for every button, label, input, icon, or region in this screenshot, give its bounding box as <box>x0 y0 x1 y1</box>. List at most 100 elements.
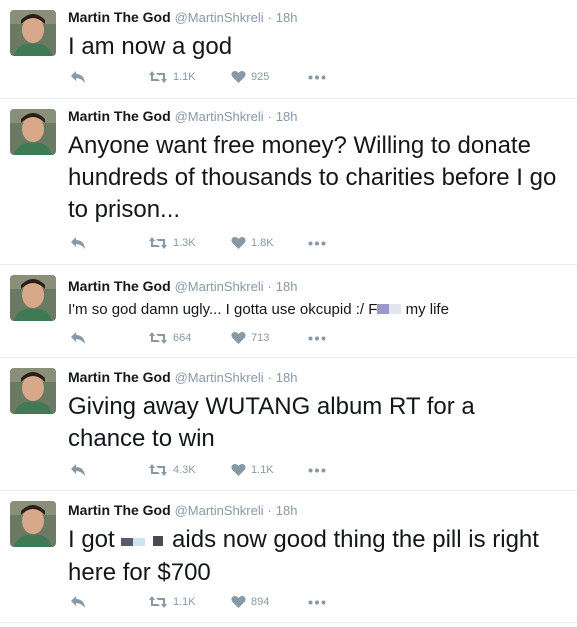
avatar-image <box>10 109 56 155</box>
tweet-text-end: my life <box>401 301 449 318</box>
heart-icon <box>231 464 246 476</box>
author-handle[interactable]: @MartinShkreli <box>175 109 264 124</box>
author-name[interactable]: Martin The God <box>68 9 171 25</box>
reply-button[interactable] <box>70 463 86 477</box>
author-name[interactable]: Martin The God <box>68 108 171 124</box>
separator-dot: · <box>267 109 272 124</box>
like-count: 1.1K <box>251 464 274 476</box>
avatar-image <box>10 10 56 56</box>
author-name[interactable]: Martin The God <box>68 502 171 518</box>
retweet-count: 1.1K <box>173 596 196 608</box>
retweet-count: 4.3K <box>173 464 196 476</box>
more-icon <box>308 600 326 605</box>
tweet[interactable]: Martin The God @MartinShkreli · 18h Anyo… <box>0 99 577 265</box>
reply-icon <box>71 464 85 476</box>
separator-dot: · <box>267 10 272 25</box>
retweet-icon <box>149 237 167 249</box>
avatar[interactable] <box>10 109 56 155</box>
like-count: 713 <box>251 332 270 344</box>
tweet[interactable]: Martin The God @MartinShkreli · 18h I am… <box>0 0 577 99</box>
author-handle[interactable]: @MartinShkreli <box>175 370 264 385</box>
more-icon <box>308 336 326 341</box>
avatar-image <box>10 275 56 321</box>
author-handle[interactable]: @MartinShkreli <box>175 503 264 518</box>
tweet-text: I'm so god damn ugly... I gotta use okcu… <box>68 300 569 320</box>
tweet-actions: 4.3K 1.1K <box>68 463 348 481</box>
more-icon <box>308 75 326 80</box>
retweet-button[interactable]: 1.1K <box>148 70 196 84</box>
tweet-text-start: I'm so god damn ugly... I gotta use okcu… <box>68 301 378 318</box>
heart-icon <box>231 332 246 344</box>
reply-button[interactable] <box>70 236 86 250</box>
tweet-feed: Martin The God @MartinShkreli · 18h I am… <box>0 0 577 623</box>
retweet-count: 1.3K <box>173 237 196 249</box>
tweet-text: Anyone want free money? Willing to donat… <box>68 132 557 223</box>
tweet-header: Martin The God @MartinShkreli · 18h <box>68 8 569 27</box>
more-icon <box>308 241 326 246</box>
retweet-count: 664 <box>173 332 192 344</box>
like-count: 894 <box>251 596 270 608</box>
like-button[interactable]: 1.1K <box>231 463 274 477</box>
tweet-header: Martin The God @MartinShkreli · 18h <box>68 277 569 296</box>
timestamp[interactable]: 18h <box>276 10 298 25</box>
tweet-actions: 1.3K 1.8K <box>68 236 348 254</box>
tweet-text: I am now a god <box>68 33 233 60</box>
more-button[interactable] <box>308 600 326 605</box>
timestamp[interactable]: 18h <box>276 279 298 294</box>
retweet-button[interactable]: 1.3K <box>148 236 196 250</box>
tweet-actions: 1.1K 894 <box>68 595 348 613</box>
separator-dot: · <box>267 503 272 518</box>
retweet-button[interactable]: 1.1K <box>148 595 196 609</box>
reply-icon <box>71 332 85 344</box>
separator-dot: · <box>267 279 272 294</box>
timestamp[interactable]: 18h <box>276 370 298 385</box>
avatar[interactable] <box>10 368 56 414</box>
tweet-actions: 664 713 <box>68 331 348 349</box>
reply-icon <box>71 71 85 83</box>
retweet-icon <box>149 71 167 83</box>
like-button[interactable]: 1.8K <box>231 236 274 250</box>
reply-icon <box>71 237 85 249</box>
timestamp[interactable]: 18h <box>276 109 298 124</box>
author-handle[interactable]: @MartinShkreli <box>175 279 264 294</box>
more-button[interactable] <box>308 468 326 473</box>
reply-button[interactable] <box>70 595 86 609</box>
reply-button[interactable] <box>70 70 86 84</box>
author-name[interactable]: Martin The God <box>68 369 171 385</box>
more-button[interactable] <box>308 241 326 246</box>
heart-icon <box>231 71 246 83</box>
censor-block <box>377 300 402 320</box>
retweet-count: 1.1K <box>173 71 196 83</box>
retweet-button[interactable]: 4.3K <box>148 463 196 477</box>
like-count: 1.8K <box>251 237 274 249</box>
reply-button[interactable] <box>70 331 86 345</box>
like-button[interactable]: 925 <box>231 70 269 84</box>
avatar[interactable] <box>10 501 56 547</box>
avatar[interactable] <box>10 10 56 56</box>
author-name[interactable]: Martin The God <box>68 278 171 294</box>
retweet-icon <box>149 596 167 608</box>
author-handle[interactable]: @MartinShkreli <box>175 10 264 25</box>
avatar-image <box>10 368 56 414</box>
tweet-actions: 1.1K 925 <box>68 70 348 88</box>
separator-dot: · <box>267 370 272 385</box>
tweet[interactable]: Martin The God @MartinShkreli · 18h I'm … <box>0 265 577 358</box>
like-button[interactable]: 894 <box>231 595 269 609</box>
censor-block <box>121 525 165 557</box>
tweet-header: Martin The God @MartinShkreli · 18h <box>68 501 569 520</box>
tweet-header: Martin The God @MartinShkreli · 18h <box>68 107 569 126</box>
more-button[interactable] <box>308 336 326 341</box>
avatar-image <box>10 501 56 547</box>
timestamp[interactable]: 18h <box>276 503 298 518</box>
avatar[interactable] <box>10 275 56 321</box>
tweet[interactable]: Martin The God @MartinShkreli · 18h Givi… <box>0 358 577 491</box>
retweet-button[interactable]: 664 <box>148 331 191 345</box>
reply-icon <box>71 596 85 608</box>
tweet[interactable]: Martin The God @MartinShkreli · 18h I go… <box>0 491 577 623</box>
like-count: 925 <box>251 71 270 83</box>
heart-icon <box>231 596 246 608</box>
like-button[interactable]: 713 <box>231 331 269 345</box>
retweet-icon <box>149 464 167 476</box>
tweet-header: Martin The God @MartinShkreli · 18h <box>68 368 569 387</box>
more-button[interactable] <box>308 75 326 80</box>
